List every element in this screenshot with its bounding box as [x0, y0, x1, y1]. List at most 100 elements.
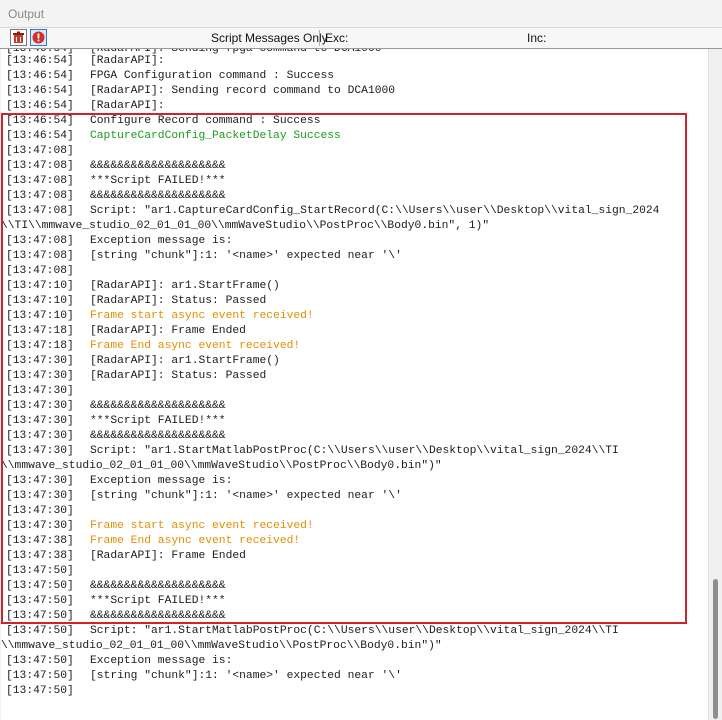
log-line: [13:47:50] Exception message is:	[6, 654, 708, 669]
log-message: \\mmwave_studio_02_01_01_00\\mmWaveStudi…	[1, 460, 442, 472]
log-timestamp: [13:47:30]	[6, 415, 74, 427]
log-timestamp: [13:47:08]	[6, 235, 74, 247]
log-line: [13:47:30] Exception message is:	[6, 474, 708, 489]
log-line: [13:47:50] &&&&&&&&&&&&&&&&&&&&	[6, 609, 708, 624]
log-line: [13:47:08]	[6, 144, 708, 159]
errors-filter-button[interactable]	[30, 29, 47, 46]
log-line: [13:46:54] Configure Record command : Suc…	[6, 114, 708, 129]
log-line: [13:47:50] ***Script FAILED!***	[6, 594, 708, 609]
log-timestamp: [13:46:54]	[6, 115, 74, 127]
toolbar-separator	[319, 30, 320, 46]
log-message: Script: "ar1.CaptureCardConfig_StartReco…	[90, 205, 660, 217]
log-message: [RadarAPI]: Sending record command to DC…	[90, 85, 396, 97]
log-timestamp: [13:47:50]	[6, 670, 74, 682]
log-message: Frame start async event received!	[90, 520, 314, 532]
log-timestamp: [13:47:10]	[6, 280, 74, 292]
error-icon	[31, 30, 46, 45]
clear-icon	[11, 30, 26, 45]
log-line: [13:47:30]	[6, 384, 708, 399]
log-timestamp: [13:47:10]	[6, 295, 74, 307]
log-timestamp: [13:46:54]	[6, 70, 74, 82]
log-message: [RadarAPI]: ar1.StartFrame()	[90, 355, 280, 367]
log-timestamp: [13:47:08]	[6, 175, 74, 187]
log-timestamp: [13:47:30]	[6, 430, 74, 442]
log-timestamp: [13:47:18]	[6, 325, 74, 337]
inc-filter-input[interactable]	[548, 29, 713, 46]
log-line: [13:47:18] Frame End async event received…	[6, 339, 708, 354]
log-timestamp: [13:47:08]	[6, 190, 74, 202]
log-line: [13:47:10] [RadarAPI]: ar1.StartFrame()	[6, 279, 708, 294]
log-line: [13:46:54] [RadarAPI]:	[6, 99, 708, 114]
log-line: [13:47:38] [RadarAPI]: Frame Ended	[6, 549, 708, 564]
log-line: [13:47:10] Frame start async event receiv…	[6, 309, 708, 324]
log-message: Script: "ar1.StartMatlabPostProc(C:\\Use…	[90, 445, 619, 457]
log-message: CaptureCardConfig_PacketDelay Success	[90, 130, 341, 142]
log-message: Exception message is:	[90, 235, 233, 247]
exc-filter-input[interactable]	[350, 29, 515, 46]
log-timestamp: [13:47:38]	[6, 550, 74, 562]
log-message: [RadarAPI]: Status: Passed	[90, 295, 267, 307]
log-message: \\TI\\mmwave_studio_02_01_01_00\\mmWaveS…	[1, 220, 490, 232]
vertical-scrollbar[interactable]	[708, 49, 722, 720]
log-timestamp: [13:46:54]	[6, 100, 74, 112]
log-line: [13:47:08] &&&&&&&&&&&&&&&&&&&&	[6, 189, 708, 204]
log-timestamp: [13:47:30]	[6, 445, 74, 457]
log-timestamp: [13:47:30]	[6, 370, 74, 382]
log-timestamp: [13:47:08]	[6, 250, 74, 262]
log-message: Frame End async event received!	[90, 535, 301, 547]
log-line: [13:47:08] Script: "ar1.CaptureCardConfig…	[6, 204, 708, 219]
inc-label: Inc:	[527, 31, 547, 45]
log-timestamp: [13:47:50]	[6, 625, 74, 637]
log-message: Frame start async event received!	[90, 310, 314, 322]
script-messages-only-toggle[interactable]: Script Messages Only	[211, 31, 328, 45]
log-line: \\mmwave_studio_02_01_01_00\\mmWaveStudi…	[1, 459, 708, 474]
log-timestamp: [13:47:08]	[6, 160, 74, 172]
log-timestamp: [13:47:30]	[6, 475, 74, 487]
log-message: [RadarAPI]: Status: Passed	[90, 370, 267, 382]
log-message: Exception message is:	[90, 655, 233, 667]
log-timestamp: [13:47:30]	[6, 355, 74, 367]
log-timestamp: [13:47:50]	[6, 655, 74, 667]
log-timestamp: [13:47:38]	[6, 535, 74, 547]
output-toolbar: Script Messages Only Exc: Inc:	[0, 28, 722, 49]
log-line: [13:47:30] &&&&&&&&&&&&&&&&&&&&	[6, 399, 708, 414]
log-message: [RadarAPI]: ar1.StartFrame()	[90, 280, 280, 292]
log-line: [13:47:30] Script: "ar1.StartMatlabPostPr…	[6, 444, 708, 459]
log-message: Script: "ar1.StartMatlabPostProc(C:\\Use…	[90, 625, 619, 637]
log-timestamp: [13:46:54]	[6, 55, 74, 67]
log-message: &&&&&&&&&&&&&&&&&&&&	[90, 610, 226, 622]
log-line: \\mmwave_studio_02_01_01_00\\mmWaveStudi…	[1, 639, 708, 654]
log-message: Frame End async event received!	[90, 340, 301, 352]
log-line: [13:46:54] [RadarAPI]: Sending record com…	[6, 84, 708, 99]
log-line: [13:47:08] [string "chunk"]:1: '<name>' e…	[6, 249, 708, 264]
title-bar: Output	[0, 0, 722, 28]
log-line: [13:47:30]	[6, 504, 708, 519]
log-message: &&&&&&&&&&&&&&&&&&&&	[90, 400, 226, 412]
log-timestamp: [13:47:08]	[6, 265, 74, 277]
log-message: FPGA Configuration command : Success	[90, 70, 335, 82]
log-line: [13:47:30] Frame start async event receiv…	[6, 519, 708, 534]
output-console[interactable]: [13:46:54][RadarAPI]: Sending fpga comma…	[1, 49, 708, 720]
log-message: &&&&&&&&&&&&&&&&&&&&	[90, 580, 226, 592]
log-timestamp: [13:47:30]	[6, 520, 74, 532]
log-line: [13:47:50]	[6, 684, 708, 699]
log-message: Configure Record command : Success	[90, 115, 321, 127]
log-timestamp: [13:47:50]	[6, 685, 74, 697]
log-message: [RadarAPI]: Frame Ended	[90, 550, 246, 562]
log-timestamp: [13:47:08]	[6, 145, 74, 157]
log-message: Exception message is:	[90, 475, 233, 487]
log-line: [13:47:30] &&&&&&&&&&&&&&&&&&&&	[6, 429, 708, 444]
log-message: [RadarAPI]: Frame Ended	[90, 325, 246, 337]
log-line: [13:47:30] [string "chunk"]:1: '<name>' e…	[6, 489, 708, 504]
clear-log-button[interactable]	[10, 29, 27, 46]
window-title: Output	[8, 7, 45, 21]
log-line: [13:47:18] [RadarAPI]: Frame Ended	[6, 324, 708, 339]
log-timestamp: [13:47:30]	[6, 505, 74, 517]
log-message: \\mmwave_studio_02_01_01_00\\mmWaveStudi…	[1, 640, 442, 652]
log-timestamp: [13:47:18]	[6, 340, 74, 352]
log-message: [string "chunk"]:1: '<name>' expected ne…	[90, 490, 402, 502]
log-message: ***Script FAILED!***	[90, 175, 226, 187]
log-timestamp: [13:47:50]	[6, 595, 74, 607]
scrollbar-thumb[interactable]	[713, 579, 718, 719]
log-line: [13:47:30] [RadarAPI]: ar1.StartFrame()	[6, 354, 708, 369]
